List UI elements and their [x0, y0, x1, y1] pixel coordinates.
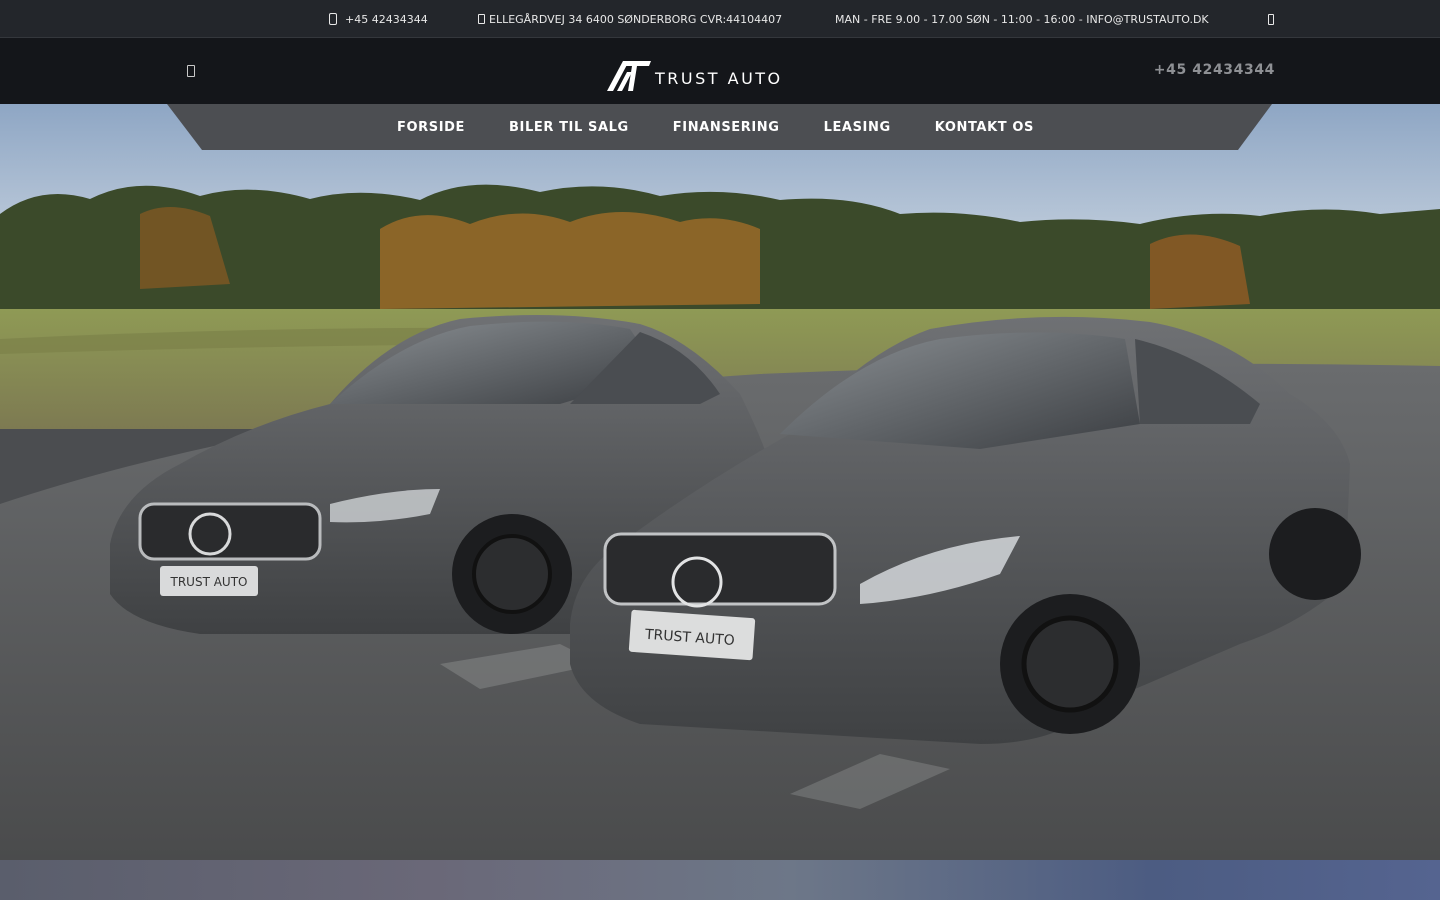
phone-icon	[329, 13, 337, 25]
topbar-address-text: ELLEGÅRDVEJ 34 6400 SØNDERBORG CVR:44104…	[489, 12, 783, 26]
topbar-social[interactable]	[1268, 0, 1274, 38]
plate-left: TRUST AUTO	[170, 575, 248, 589]
site-header: TRUST AUTO +45 42434344	[0, 38, 1440, 104]
main-nav: FORSIDE BILER TIL SALG FINANSERING LEASI…	[167, 104, 1272, 150]
nav-item-forside[interactable]: FORSIDE	[397, 120, 465, 135]
nav-item-finansering[interactable]: FINANSERING	[673, 120, 780, 135]
nav-item-biler-til-salg[interactable]: BILER TIL SALG	[509, 120, 629, 135]
nav-item-leasing[interactable]: LEASING	[824, 120, 891, 135]
facebook-icon[interactable]	[1268, 13, 1274, 25]
site-logo[interactable]: TRUST AUTO	[605, 58, 783, 92]
menu-icon[interactable]	[187, 65, 195, 77]
hero-banner: TRUST AUTO TRUST AUTO	[0, 104, 1440, 860]
hero-image: TRUST AUTO TRUST AUTO	[0, 104, 1440, 860]
header-phone[interactable]: +45 42434344	[1154, 62, 1275, 78]
logo-mark-icon	[607, 61, 651, 91]
nav-menu: FORSIDE BILER TIL SALG FINANSERING LEASI…	[167, 104, 1272, 150]
topbar-hours: MAN - FRE 9.00 - 17.00 SØN - 11:00 - 16:…	[835, 0, 1209, 38]
topbar-phone[interactable]: +45 42434344	[329, 0, 428, 38]
map-pin-icon	[478, 14, 485, 24]
topbar-hours-text: MAN - FRE 9.00 - 17.00 SØN - 11:00 - 16:…	[835, 12, 1209, 26]
next-section-preview	[0, 860, 1440, 900]
logo-text: TRUST AUTO	[655, 68, 783, 88]
topbar-phone-text: +45 42434344	[345, 12, 428, 26]
nav-item-kontakt-os[interactable]: KONTAKT OS	[935, 120, 1034, 135]
top-info-bar: +45 42434344 ELLEGÅRDVEJ 34 6400 SØNDERB…	[0, 0, 1440, 38]
topbar-address: ELLEGÅRDVEJ 34 6400 SØNDERBORG CVR:44104…	[478, 0, 782, 38]
